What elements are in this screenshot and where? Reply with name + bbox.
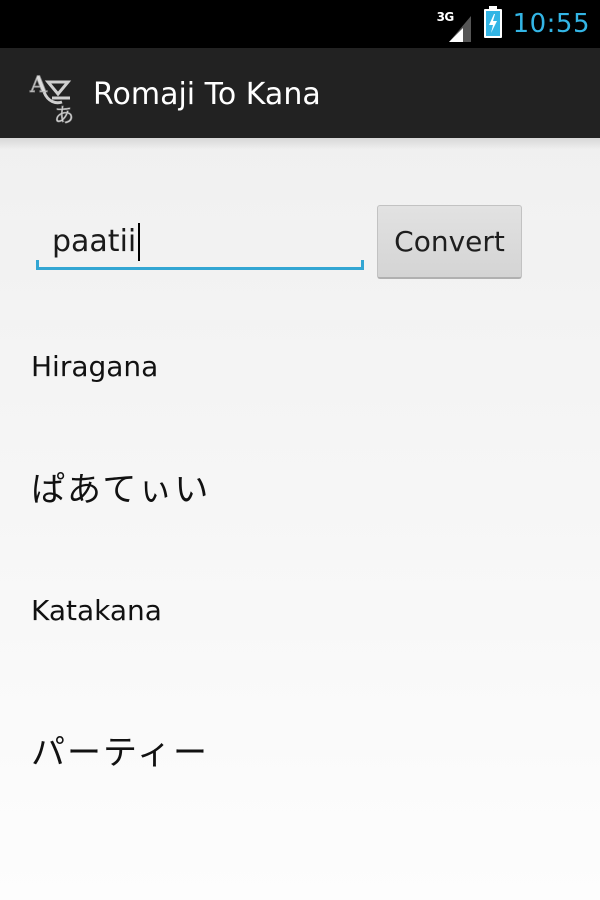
romaji-kana-app-icon[interactable]: A あ <box>28 68 82 128</box>
status-clock: 10:55 <box>512 9 590 39</box>
text-cursor <box>138 223 141 261</box>
app-title: Romaji To Kana <box>93 77 321 112</box>
romaji-input-container[interactable] <box>36 215 364 275</box>
action-bar-shadow <box>0 138 600 150</box>
romaji-input[interactable] <box>36 215 364 267</box>
katakana-label: Katakana <box>31 594 162 627</box>
status-bar: 3G 10:55 <box>0 0 600 48</box>
svg-text:あ: あ <box>54 103 74 124</box>
hiragana-output: ぱあてぃい <box>31 470 211 510</box>
signal-icon: 3G <box>437 4 475 44</box>
input-underline-right-tick <box>361 260 364 270</box>
katakana-output: パーティー <box>31 733 209 773</box>
convert-button[interactable]: Convert <box>377 205 522 279</box>
battery-charging-icon <box>483 6 503 42</box>
hiragana-label: Hiragana <box>31 350 159 383</box>
input-underline-left-tick <box>36 260 39 270</box>
status-icons: 3G 10:55 <box>437 0 590 48</box>
input-underline <box>36 267 364 270</box>
